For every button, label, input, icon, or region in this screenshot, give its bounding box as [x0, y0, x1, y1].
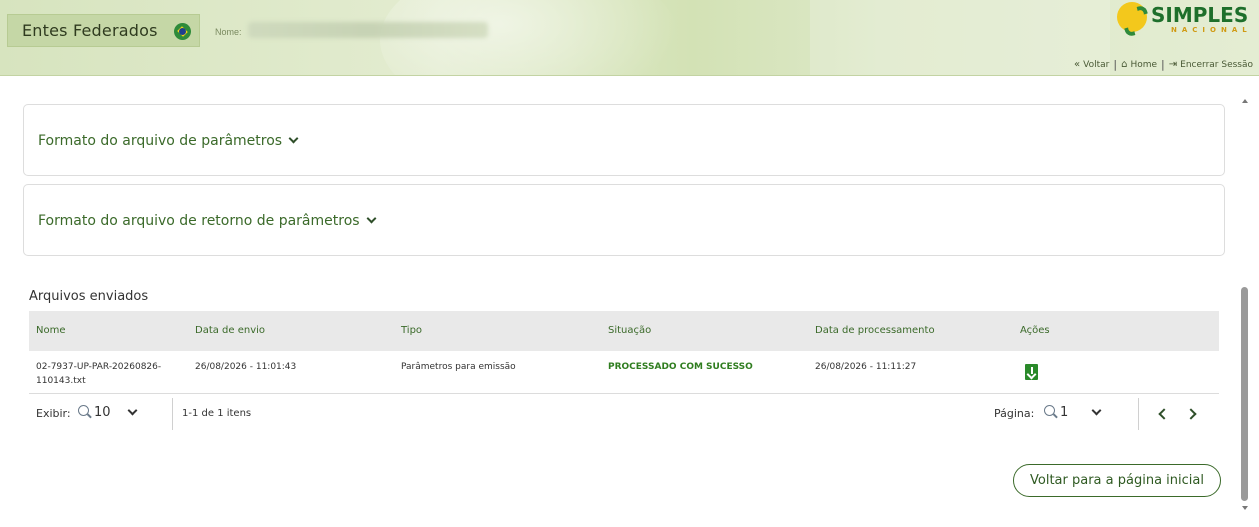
app-title: Entes Federados — [22, 21, 158, 40]
pager-divider — [1138, 398, 1139, 430]
column-header-acoes: Ações — [1020, 325, 1050, 336]
nav-separator: | — [1113, 58, 1118, 71]
user-name-label: Nome: — [215, 27, 242, 37]
cell-tipo: Parâmetros para emissão — [401, 362, 516, 372]
search-icon — [78, 405, 89, 416]
table-header: Nome Data de envio Tipo Situação Data de… — [29, 311, 1219, 351]
cell-nome-line1: 02-7937-UP-PAR-20260826- — [36, 362, 162, 372]
voltar-link-label: Voltar — [1083, 59, 1110, 70]
back-to-home-button[interactable]: Voltar para a página inicial — [1013, 464, 1221, 497]
header-decoration — [380, 0, 680, 75]
page-scrollbar[interactable] — [1240, 95, 1250, 517]
top-header: Entes Federados Nome: SIMPLES NACIONAL «… — [0, 0, 1259, 76]
user-name-redacted — [248, 22, 488, 38]
voltar-link[interactable]: « Voltar — [1074, 59, 1109, 70]
scroll-thumb[interactable] — [1241, 287, 1248, 501]
accordion-formato-parametros[interactable]: Formato do arquivo de parâmetros — [23, 104, 1225, 176]
table-pager: Exibir: 10 1-1 de 1 itens Página: 1 — [29, 394, 1219, 434]
home-link-label: Home — [1130, 59, 1158, 70]
home-link[interactable]: ⌂ Home — [1121, 59, 1157, 70]
accordion-title-text: Formato do arquivo de parâmetros — [38, 133, 283, 149]
page-size-value[interactable]: 10 — [94, 405, 111, 420]
brazil-flag-icon — [174, 23, 191, 40]
logo-word: SIMPLES — [1151, 3, 1249, 27]
download-file-icon[interactable] — [1025, 364, 1038, 380]
next-page-icon[interactable] — [1185, 408, 1197, 420]
encerrar-sessao-label: Encerrar Sessão — [1180, 59, 1253, 70]
home-icon: ⌂ — [1121, 59, 1128, 70]
cell-data-envio: 26/08/2026 - 11:01:43 — [195, 362, 297, 372]
column-header-tipo[interactable]: Tipo — [401, 325, 422, 336]
column-header-nome[interactable]: Nome — [36, 325, 66, 336]
page-number-chevron-down-icon[interactable] — [1091, 405, 1102, 416]
pagina-label: Página: — [994, 407, 1035, 420]
cell-data-processamento: 26/08/2026 - 11:11:27 — [815, 362, 917, 372]
logo-subtitle: NACIONAL — [1171, 26, 1252, 34]
encerrar-sessao-link[interactable]: ⇥ Encerrar Sessão — [1169, 59, 1253, 70]
scroll-down-arrow-icon[interactable] — [1242, 506, 1248, 510]
previous-page-icon[interactable] — [1158, 408, 1170, 420]
pager-divider — [172, 398, 173, 430]
accordion-formato-retorno[interactable]: Formato do arquivo de retorno de parâmet… — [23, 184, 1225, 256]
chevron-down-icon — [366, 213, 377, 224]
page-number-value[interactable]: 1 — [1060, 405, 1068, 420]
column-header-situacao[interactable]: Situação — [608, 325, 651, 336]
cell-situacao: PROCESSADO COM SUCESSO — [608, 362, 753, 372]
app-title-box: Entes Federados — [7, 14, 200, 47]
section-title: Arquivos enviados — [29, 289, 149, 304]
cell-nome-line2: 110143.txt — [36, 376, 86, 386]
page-size-chevron-down-icon[interactable] — [127, 405, 138, 416]
chevron-down-icon — [288, 133, 299, 144]
scroll-up-arrow-icon[interactable] — [1242, 99, 1248, 103]
search-icon — [1044, 405, 1055, 416]
pager-info: 1-1 de 1 itens — [182, 408, 252, 419]
column-header-data-envio[interactable]: Data de envio — [195, 325, 265, 336]
accordion-title-text: Formato do arquivo de retorno de parâmet… — [38, 213, 360, 229]
header-nav: « Voltar | ⌂ Home | ⇥ Encerrar Sessão — [1074, 58, 1253, 71]
nav-separator: | — [1161, 58, 1165, 71]
exibir-label: Exibir: — [36, 407, 71, 420]
accordion-title: Formato do arquivo de parâmetros — [38, 133, 299, 149]
column-header-data-processamento[interactable]: Data de processamento — [815, 325, 935, 336]
simples-nacional-logo: SIMPLES NACIONAL — [1117, 2, 1252, 38]
table-row: 02-7937-UP-PAR-20260826- 110143.txt 26/0… — [29, 351, 1219, 394]
accordion-title: Formato do arquivo de retorno de parâmet… — [38, 213, 377, 229]
cell-nome: 02-7937-UP-PAR-20260826- 110143.txt — [36, 360, 161, 388]
logo-mark-icon — [1117, 2, 1147, 32]
logout-icon: ⇥ — [1168, 59, 1178, 70]
header-panel — [810, 0, 1110, 75]
double-chevron-left-icon: « — [1074, 59, 1081, 70]
